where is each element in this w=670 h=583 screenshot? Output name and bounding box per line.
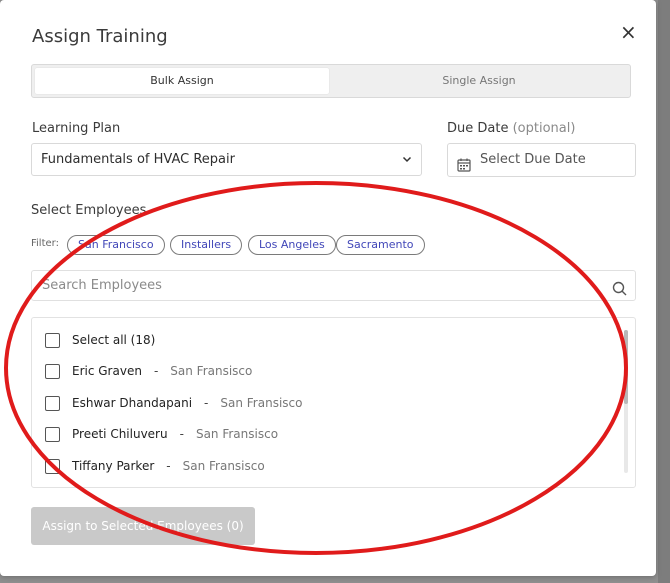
- modal-title: Assign Training: [32, 26, 168, 47]
- due-date-label: Due Date (optional): [447, 121, 575, 136]
- employee-checkbox[interactable]: [45, 363, 60, 379]
- search-icon[interactable]: [612, 278, 627, 307]
- employee-name: Eric Graven: [72, 364, 142, 378]
- employee-name: Eshwar Dhandapani: [72, 396, 193, 410]
- tab-bulk-assign[interactable]: Bulk Assign: [35, 68, 329, 94]
- employee-list: Select all (18) Eric Graven - San Fransi…: [31, 317, 636, 488]
- employee-location: San Fransisco: [220, 396, 303, 410]
- close-icon[interactable]: ×: [620, 20, 637, 44]
- due-date-placeholder: Select Due Date: [480, 152, 586, 167]
- scrollbar-thumb[interactable]: [624, 330, 628, 404]
- learning-plan-label: Learning Plan: [32, 121, 121, 136]
- tab-single-assign[interactable]: Single Assign: [332, 68, 626, 94]
- list-item: Eshwar Dhandapani - San Fransisco: [45, 393, 302, 413]
- assign-selected-button[interactable]: Assign to Selected Employees (0): [31, 507, 255, 545]
- separator: -: [153, 364, 159, 378]
- separator: -: [166, 459, 171, 473]
- separator: -: [179, 427, 184, 441]
- optional-hint: (optional): [512, 121, 576, 136]
- backdrop: [658, 0, 670, 583]
- employee-location: San Fransisco: [170, 364, 253, 378]
- filter-label: Filter:: [31, 238, 59, 249]
- select-all-checkbox[interactable]: [45, 332, 60, 348]
- employee-checkbox[interactable]: [45, 426, 60, 442]
- select-all-row: Select all (18): [45, 330, 155, 350]
- due-date-label-text: Due Date: [447, 121, 509, 136]
- filter-chip-sacramento[interactable]: Sacramento: [336, 235, 425, 255]
- select-all-label: Select all (18): [72, 333, 156, 347]
- filter-chip-san-francisco[interactable]: San Francisco: [67, 235, 165, 255]
- learning-plan-value: Fundamentals of HVAC Repair: [41, 152, 235, 167]
- filter-chip-installers[interactable]: Installers: [170, 235, 243, 255]
- employee-name: Tiffany Parker: [72, 459, 155, 473]
- assign-training-modal: Assign Training × Bulk Assign Single Ass…: [0, 0, 656, 576]
- assign-mode-toggle: Bulk Assign Single Assign: [31, 64, 631, 98]
- list-item: Tiffany Parker - San Fransisco: [45, 456, 265, 476]
- employee-name: Preeti Chiluveru: [72, 427, 168, 441]
- learning-plan-select[interactable]: Fundamentals of HVAC Repair: [31, 143, 422, 176]
- select-employees-label: Select Employees: [31, 203, 147, 218]
- employee-location: San Fransisco: [195, 427, 279, 441]
- list-item: Eric Graven - San Fransisco: [45, 361, 252, 381]
- chevron-down-icon: [402, 144, 412, 187]
- filter-chip-los-angeles[interactable]: Los Angeles: [248, 235, 336, 255]
- employee-checkbox[interactable]: [45, 395, 60, 411]
- list-scrollbar[interactable]: [624, 330, 628, 473]
- employee-checkbox[interactable]: [45, 458, 60, 474]
- employee-location: San Fransisco: [182, 459, 265, 473]
- separator: -: [204, 396, 209, 410]
- calendar-icon: [457, 153, 471, 185]
- employee-search-input[interactable]: [40, 277, 604, 294]
- employee-search-box: [31, 270, 636, 301]
- due-date-picker[interactable]: Select Due Date: [447, 143, 636, 177]
- list-item: Preeti Chiluveru - San Fransisco: [45, 424, 278, 444]
